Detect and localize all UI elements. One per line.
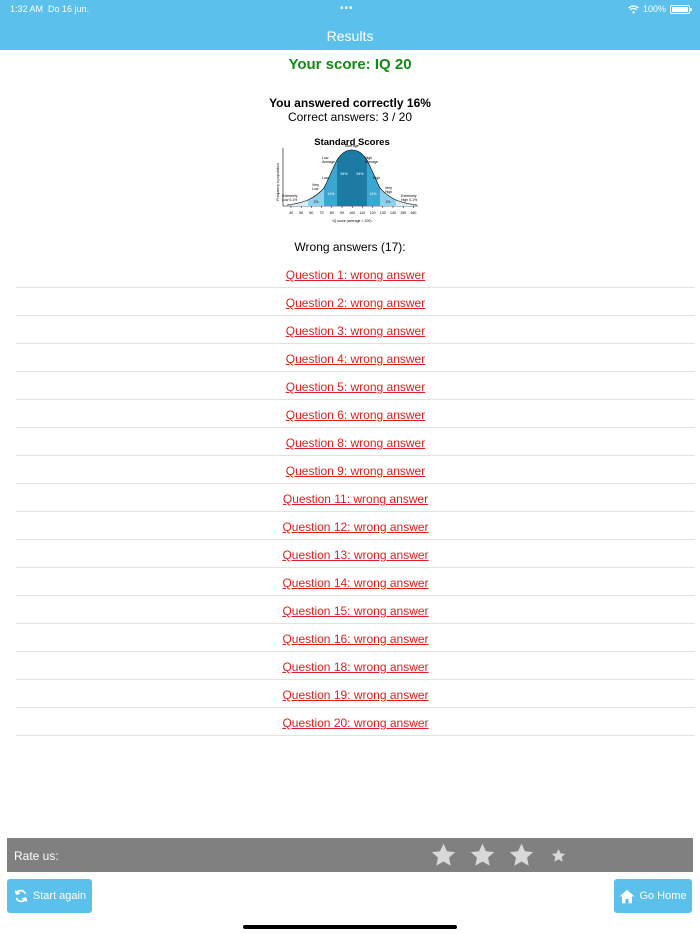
refresh-icon [14, 889, 28, 903]
pct-34-left: 34% [340, 172, 348, 176]
wrong-answer-link[interactable]: Question 2: wrong answer [16, 296, 695, 310]
list-item: Question 15: wrong answer [16, 596, 695, 624]
rate-us-label: Rate us: [14, 849, 59, 863]
wrong-answers-title: Wrong answers (17): [294, 240, 406, 254]
band-low-average [337, 150, 352, 206]
battery-icon [670, 4, 692, 14]
wrong-answer-link[interactable]: Question 4: wrong answer [16, 352, 695, 366]
tick-label: 70 [320, 211, 324, 215]
tick-label: 40 [289, 211, 293, 215]
label-low: Low [322, 176, 329, 180]
wrong-answer-link[interactable]: Question 1: wrong answer [16, 268, 695, 282]
tick-label: 160 [410, 211, 416, 215]
wrong-answer-link[interactable]: Question 13: wrong answer [16, 548, 695, 562]
correct-count: Correct answers: 3 / 20 [287, 110, 413, 124]
rate-us-bar: Rate us: [7, 838, 693, 872]
tick-label: 150 [400, 211, 406, 215]
wrong-answer-link[interactable]: Question 20: wrong answer [16, 716, 695, 730]
wrong-answer-link[interactable]: Question 15: wrong answer [16, 604, 695, 618]
home-icon [620, 889, 635, 903]
list-item: Question 13: wrong answer [16, 540, 695, 568]
list-item: Question 5: wrong answer [16, 372, 695, 400]
pct-14-right: 14% [369, 192, 376, 196]
wifi-icon [628, 4, 639, 13]
label-extremely-low-2: Low 0.1% [282, 198, 297, 202]
percent-correct: You answered correctly 16% [269, 96, 431, 110]
list-item: Question 16: wrong answer [16, 624, 695, 652]
tick-label: 100 [349, 211, 355, 215]
status-bar: 1:32 AM Do 16 jun. ••• 100% [0, 0, 700, 18]
list-item: Question 1: wrong answer [16, 260, 695, 288]
navigation-bar: 1:32 AM Do 16 jun. ••• 100% Results [0, 0, 700, 50]
wrong-answer-link[interactable]: Question 16: wrong answer [16, 632, 695, 646]
list-item: Question 3: wrong answer [16, 316, 695, 344]
start-again-label: Start again [32, 890, 87, 902]
tick-label: 120 [370, 211, 376, 215]
list-item: Question 12: wrong answer [16, 512, 695, 540]
pct-2-right: 2% [386, 200, 391, 204]
status-time: 1:32 AM Do 16 jun. [10, 4, 90, 14]
chart-x-ticks: 40 50 60 70 80 90 100 110 120 130 140 150 160 [289, 206, 416, 215]
wrong-answers-list: Question 1: wrong answer Question 2: wron… [16, 260, 695, 736]
star-icon-small[interactable] [551, 848, 566, 863]
status-right: 100% [628, 4, 692, 14]
home-indicator[interactable] [243, 925, 457, 929]
star-icon[interactable] [430, 842, 457, 868]
list-item: Question 14: wrong answer [16, 568, 695, 596]
label-high-average-2: Average [365, 160, 378, 164]
band-low [324, 160, 337, 206]
label-high: High [373, 176, 380, 180]
pct-14-left: 14% [327, 192, 334, 196]
chart-bands [291, 150, 413, 206]
go-home-label: Go Home [639, 890, 687, 902]
list-item: Question 4: wrong answer [16, 344, 695, 372]
list-item: Question 19: wrong answer [16, 680, 695, 708]
label-average: Average [345, 144, 359, 148]
list-item: Question 2: wrong answer [16, 288, 695, 316]
list-item: Question 8: wrong answer [16, 428, 695, 456]
wrong-answer-link[interactable]: Question 14: wrong answer [16, 576, 695, 590]
wrong-answer-link[interactable]: Question 9: wrong answer [16, 464, 695, 478]
wrong-answer-link[interactable]: Question 19: wrong answer [16, 688, 695, 702]
tick-label: 140 [390, 211, 396, 215]
tick-label: 80 [330, 211, 334, 215]
label-very-low-2: Low [312, 187, 319, 191]
multitasking-dots-icon[interactable]: ••• [340, 3, 354, 14]
battery-percent: 100% [642, 4, 666, 14]
list-item: Question 11: wrong answer [16, 484, 695, 512]
standard-scores-chart: Standard Scores Frequency in population … [276, 137, 418, 223]
wrong-answer-link[interactable]: Question 11: wrong answer [16, 492, 695, 506]
score-heading: Your score: IQ 20 [288, 56, 412, 73]
tick-label: 60 [309, 211, 313, 215]
tick-label: 50 [299, 211, 303, 215]
tick-label: 130 [380, 211, 386, 215]
wrong-answer-link[interactable]: Question 12: wrong answer [16, 520, 695, 534]
pct-34-right: 34% [356, 172, 364, 176]
tick-label: 90 [340, 211, 344, 215]
label-very-high-2: High [385, 190, 392, 194]
go-home-button[interactable]: Go Home [614, 879, 692, 913]
band-high [367, 160, 380, 206]
wrong-answer-link[interactable]: Question 5: wrong answer [16, 380, 695, 394]
pct-2-left: 2% [314, 200, 319, 204]
star-icon[interactable] [469, 842, 496, 868]
chart-ylabel: Frequency in population [276, 163, 280, 200]
wrong-answer-link[interactable]: Question 3: wrong answer [16, 324, 695, 338]
start-again-button[interactable]: Start again [7, 879, 92, 913]
star-icon[interactable] [508, 842, 535, 868]
tick-label: 110 [360, 211, 366, 215]
page-title: Results [326, 28, 374, 44]
rating-stars [430, 842, 566, 868]
chart-xlabel: IQ score (average = 100) [332, 219, 371, 223]
list-item: Question 20: wrong answer [16, 708, 695, 736]
list-item: Question 6: wrong answer [16, 400, 695, 428]
list-item: Question 18: wrong answer [16, 652, 695, 680]
wrong-answer-link[interactable]: Question 18: wrong answer [16, 660, 695, 674]
wrong-answer-link[interactable]: Question 6: wrong answer [16, 408, 695, 422]
label-low-average-2: Average [322, 160, 335, 164]
label-extremely-high-2: High 0.1% [401, 198, 417, 202]
wrong-answer-link[interactable]: Question 8: wrong answer [16, 436, 695, 450]
list-item: Question 9: wrong answer [16, 456, 695, 484]
